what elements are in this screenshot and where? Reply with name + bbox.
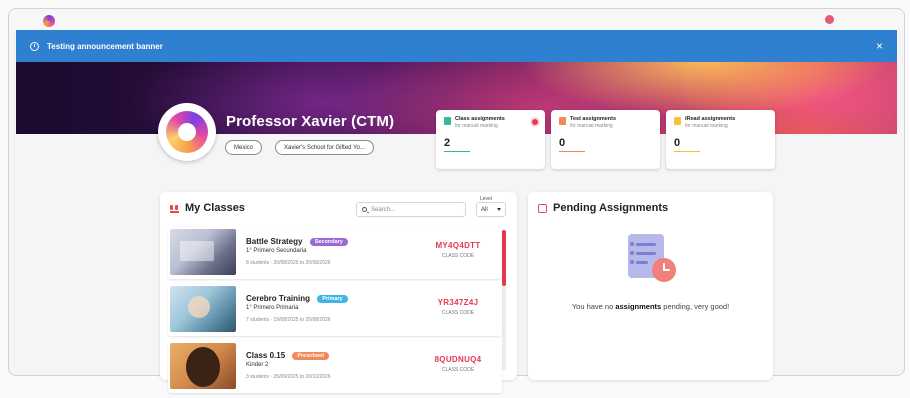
stat-underline bbox=[559, 150, 585, 153]
class-thumbnail bbox=[170, 229, 236, 275]
class-meta: 3 students · 25/09/2025 to 20/10/2026 bbox=[246, 374, 331, 380]
level-value: All bbox=[481, 206, 488, 213]
class-code[interactable]: MY4Q4DTT bbox=[428, 241, 488, 250]
pending-assignments-panel: Pending Assignments You have no assignme… bbox=[528, 192, 773, 380]
close-icon[interactable]: × bbox=[876, 40, 883, 52]
my-classes-title-text: My Classes bbox=[185, 202, 245, 214]
profile-avatar bbox=[158, 103, 216, 161]
search-icon bbox=[362, 207, 367, 212]
class-name: Cerebro Training Primary bbox=[246, 294, 348, 303]
clipboard-icon bbox=[444, 117, 451, 125]
class-list: Battle Strategy Secondary 1° Primero Sec… bbox=[168, 227, 502, 398]
chevron-down-icon bbox=[497, 208, 501, 211]
level-badge: Secondary bbox=[309, 237, 348, 246]
stat-subtitle: for manual marking bbox=[570, 123, 613, 130]
class-thumbnail bbox=[170, 343, 236, 389]
announcement-banner: Testing announcement banner × bbox=[16, 30, 897, 62]
class-code-label: CLASS CODE bbox=[441, 253, 475, 259]
class-meta: 8 students · 20/08/2025 to 20/08/2026 bbox=[246, 260, 331, 266]
school-chip[interactable]: Xavier's School for Gifted Yo... bbox=[275, 140, 374, 155]
alert-dot-icon bbox=[532, 119, 538, 125]
stat-card-test-assignments[interactable]: Test assignments for manual marking 0 bbox=[551, 110, 660, 169]
class-name: Battle Strategy Secondary bbox=[246, 237, 348, 246]
class-meta: 7 students · 19/08/2025 to 20/08/2026 bbox=[246, 317, 331, 323]
class-code-label: CLASS CODE bbox=[441, 310, 475, 316]
class-grade: 1° Primero Primaria bbox=[246, 305, 299, 311]
test-icon bbox=[559, 117, 566, 125]
profile-name: Professor Xavier (CTM) bbox=[226, 113, 395, 130]
stat-subtitle: for manual marking bbox=[685, 123, 728, 130]
class-row-cerebro-training[interactable]: Cerebro Training Primary 1° Primero Prim… bbox=[168, 284, 502, 336]
pending-empty-message: You have no assignments pending, very go… bbox=[571, 302, 730, 311]
search-input[interactable]: Search... bbox=[356, 202, 466, 217]
pending-title: Pending Assignments bbox=[538, 202, 668, 214]
level-badge: Primary bbox=[317, 294, 348, 303]
stat-card-iread-assignments[interactable]: iRead assignments for manual marking 0 bbox=[666, 110, 775, 169]
stat-underline bbox=[674, 150, 700, 153]
pending-illustration-icon bbox=[624, 234, 678, 286]
info-icon bbox=[30, 41, 39, 51]
class-grade: 1° Primero Secundaria bbox=[246, 248, 307, 254]
my-classes-panel: My Classes Search... Level All Battle St… bbox=[160, 192, 517, 393]
stat-title: Class assignments bbox=[455, 116, 505, 122]
stat-title: iRead assignments bbox=[685, 116, 736, 122]
search-placeholder: Search... bbox=[371, 206, 396, 213]
class-thumbnail bbox=[170, 286, 236, 332]
class-row-class-0-15[interactable]: Class 0.15 Preschool Kinder 2 3 students… bbox=[168, 341, 502, 393]
pending-icon bbox=[538, 203, 547, 213]
swirl-logo-icon bbox=[166, 111, 208, 153]
book-icon bbox=[674, 117, 681, 125]
stat-value: 2 bbox=[444, 136, 451, 149]
level-select[interactable]: All bbox=[476, 202, 506, 217]
stat-value: 0 bbox=[559, 136, 566, 149]
scrollbar-thumb[interactable] bbox=[502, 230, 506, 286]
class-code[interactable]: YR347Z4J bbox=[428, 298, 488, 307]
level-badge: Preschool bbox=[292, 351, 329, 360]
profile-avatar-icon[interactable] bbox=[825, 15, 834, 24]
class-name: Class 0.15 Preschool bbox=[246, 351, 329, 360]
my-classes-title: My Classes bbox=[170, 202, 245, 214]
clock-icon bbox=[652, 258, 676, 282]
class-code-label: CLASS CODE bbox=[441, 367, 475, 373]
class-code[interactable]: 8QUDNUQ4 bbox=[428, 355, 488, 364]
stat-subtitle: for manual marking bbox=[455, 123, 498, 130]
announcement-text: Testing announcement banner bbox=[47, 41, 163, 51]
stat-value: 0 bbox=[674, 136, 681, 149]
class-grade: Kinder 2 bbox=[246, 362, 269, 368]
pending-title-text: Pending Assignments bbox=[553, 202, 669, 214]
stat-title: Test assignments bbox=[570, 116, 617, 122]
class-row-battle-strategy[interactable]: Battle Strategy Secondary 1° Primero Sec… bbox=[168, 227, 502, 279]
stat-underline bbox=[444, 150, 470, 153]
app-logo-icon[interactable] bbox=[43, 15, 55, 27]
classes-icon bbox=[170, 204, 179, 213]
country-chip[interactable]: Mexico bbox=[225, 140, 263, 155]
stat-card-class-assignments[interactable]: Class assignments for manual marking 2 bbox=[436, 110, 545, 169]
